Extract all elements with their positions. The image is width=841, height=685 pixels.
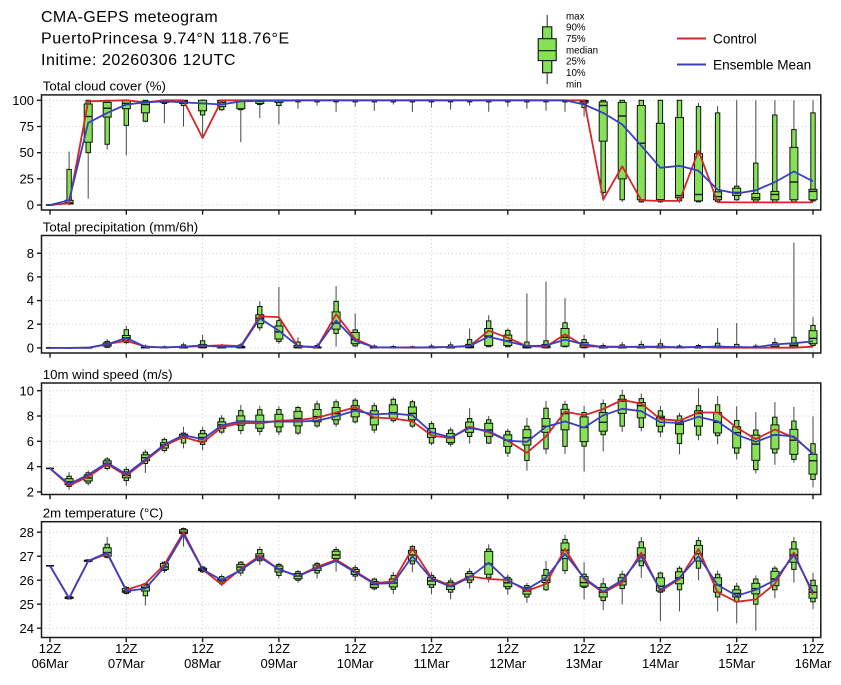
svg-text:2: 2: [27, 485, 34, 500]
svg-text:16Mar: 16Mar: [795, 656, 833, 671]
svg-text:4: 4: [27, 293, 34, 308]
svg-text:10m wind speed (m/s): 10m wind speed (m/s): [43, 367, 173, 382]
svg-text:Total precipitation (mm/6h): Total precipitation (mm/6h): [43, 219, 198, 234]
svg-text:26: 26: [20, 573, 34, 588]
svg-text:28: 28: [20, 525, 34, 540]
svg-text:6: 6: [27, 270, 34, 285]
svg-text:27: 27: [20, 549, 34, 564]
svg-text:25: 25: [20, 597, 34, 612]
svg-text:75%: 75%: [566, 34, 586, 45]
svg-text:Control: Control: [713, 31, 757, 46]
svg-text:25%: 25%: [566, 57, 586, 68]
svg-text:25: 25: [20, 171, 34, 186]
svg-text:08Mar: 08Mar: [184, 656, 222, 671]
svg-text:6: 6: [27, 434, 34, 449]
svg-text:2m temperature (°C): 2m temperature (°C): [43, 506, 163, 521]
svg-text:12Z: 12Z: [39, 641, 61, 656]
svg-text:11Mar: 11Mar: [414, 656, 451, 671]
svg-text:Ensemble Mean: Ensemble Mean: [713, 57, 811, 72]
svg-text:13Mar: 13Mar: [566, 656, 604, 671]
svg-text:14Mar: 14Mar: [642, 656, 680, 671]
svg-text:8: 8: [27, 246, 34, 261]
svg-text:12Z: 12Z: [649, 641, 671, 656]
svg-text:CMA-GEPS meteogram: CMA-GEPS meteogram: [41, 9, 218, 26]
svg-text:75: 75: [20, 119, 34, 134]
svg-text:12Z: 12Z: [573, 641, 595, 656]
svg-text:4: 4: [27, 459, 34, 474]
svg-text:06Mar: 06Mar: [32, 656, 70, 671]
svg-text:12Z: 12Z: [344, 641, 366, 656]
svg-text:2: 2: [27, 317, 34, 332]
svg-text:Initime: 20260306 12UTC: Initime: 20260306 12UTC: [41, 52, 236, 69]
svg-text:median: median: [566, 45, 598, 56]
svg-text:10: 10: [20, 383, 34, 398]
svg-text:12Mar: 12Mar: [489, 656, 527, 671]
svg-text:10Mar: 10Mar: [337, 656, 375, 671]
svg-text:8: 8: [27, 409, 34, 424]
svg-text:12Z: 12Z: [420, 641, 442, 656]
svg-text:07Mar: 07Mar: [108, 656, 146, 671]
svg-text:PuertoPrincesa 9.74°N 118.76°E: PuertoPrincesa 9.74°N 118.76°E: [41, 31, 290, 48]
svg-text:12Z: 12Z: [802, 641, 824, 656]
svg-text:10%: 10%: [566, 68, 586, 79]
svg-text:15Mar: 15Mar: [718, 656, 756, 671]
svg-text:09Mar: 09Mar: [260, 656, 298, 671]
svg-text:50: 50: [20, 145, 34, 160]
svg-text:Total cloud cover (%): Total cloud cover (%): [43, 79, 166, 94]
svg-text:100: 100: [12, 93, 34, 108]
svg-text:max: max: [566, 11, 585, 22]
svg-text:12Z: 12Z: [268, 641, 290, 656]
svg-text:12Z: 12Z: [725, 641, 747, 656]
svg-text:12Z: 12Z: [191, 641, 213, 656]
svg-text:min: min: [566, 79, 582, 90]
svg-text:0: 0: [27, 198, 34, 213]
svg-text:12Z: 12Z: [115, 641, 137, 656]
svg-text:12Z: 12Z: [497, 641, 519, 656]
svg-text:0: 0: [27, 341, 34, 356]
svg-text:24: 24: [20, 621, 34, 636]
svg-text:90%: 90%: [566, 23, 586, 34]
